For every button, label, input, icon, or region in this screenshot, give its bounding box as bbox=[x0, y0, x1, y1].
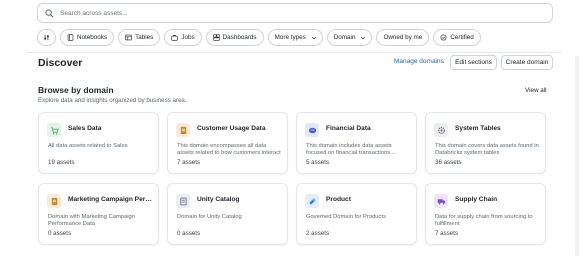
search-bar[interactable] bbox=[37, 3, 553, 23]
domain-name: Customer Usage Data bbox=[197, 125, 266, 132]
certified-icon bbox=[440, 34, 447, 41]
domain-name: Supply Chain bbox=[455, 196, 498, 203]
domain-badge bbox=[176, 123, 190, 137]
filter-label: Jobs bbox=[181, 34, 195, 41]
coin-icon bbox=[308, 127, 316, 133]
domain-card-supply-chain[interactable]: Supply Chain Data for supply chain from … bbox=[425, 183, 546, 245]
table-icon bbox=[125, 34, 132, 41]
search-input[interactable] bbox=[60, 9, 360, 17]
filter-label: Notebooks bbox=[77, 34, 108, 41]
domain-card-unity-catalog[interactable]: Unity Catalog Domain for Unity Catalog 0… bbox=[167, 183, 288, 245]
domain-badge bbox=[434, 194, 448, 208]
filter-label: Domain bbox=[333, 34, 356, 41]
domain-card-financial-data[interactable]: Financial Data This domain includes data… bbox=[296, 112, 417, 174]
domain-badge bbox=[305, 194, 319, 208]
domain-card-sales-data[interactable]: Sales Data All data assets related to Sa… bbox=[38, 112, 159, 174]
filter-label: Certified bbox=[450, 34, 474, 41]
domain-badge bbox=[434, 123, 448, 137]
section-subtitle: Explore data and insights organized by b… bbox=[38, 97, 187, 104]
asset-count: 7 assets bbox=[435, 230, 459, 237]
domain-name: Marketing Campaign Perfor... bbox=[68, 196, 154, 203]
domain-name: Unity Catalog bbox=[197, 196, 240, 203]
domain-card-system-tables[interactable]: System Tables This domain covers data as… bbox=[425, 112, 546, 174]
domain-badge bbox=[305, 123, 319, 137]
filter-notebooks[interactable]: Notebooks bbox=[60, 29, 115, 46]
section-title: Browse by domain bbox=[38, 85, 114, 95]
domain-description: All data assets related to Sales bbox=[48, 143, 128, 149]
document-icon bbox=[51, 197, 57, 205]
filter-label: Dashboards bbox=[222, 34, 257, 41]
domain-badge bbox=[176, 194, 190, 208]
filter-settings-button[interactable] bbox=[37, 29, 56, 46]
domain-name: Product bbox=[326, 196, 351, 203]
domain-badge bbox=[47, 123, 61, 137]
manage-domains-link[interactable]: Manage domains bbox=[394, 58, 444, 65]
filter-label: Owned by me bbox=[383, 34, 423, 41]
create-domain-button[interactable]: Create domain bbox=[501, 55, 553, 70]
domain-description: Domain for Unity Catalog bbox=[177, 214, 242, 220]
domain-description: Domain with Marketing Campaign Performan… bbox=[48, 214, 135, 228]
asset-count: 0 assets bbox=[177, 230, 201, 237]
view-all-link[interactable]: View all bbox=[525, 87, 547, 94]
asset-count: 0 assets bbox=[48, 230, 72, 237]
domain-description: Data for supply chain from sourcing to f… bbox=[435, 214, 533, 228]
dashboard-icon bbox=[213, 34, 220, 41]
filter-label: Tables bbox=[135, 34, 154, 41]
domain-card-product[interactable]: Product Governed Domain for Products 2 a… bbox=[296, 183, 417, 245]
filter-bar: Notebooks Tables Jobs Dashboards More ty… bbox=[37, 29, 481, 46]
filter-owned-by-me[interactable]: Owned by me bbox=[376, 29, 430, 46]
domain-name: Financial Data bbox=[326, 125, 371, 132]
domain-badge bbox=[47, 194, 61, 208]
document-icon bbox=[180, 126, 186, 134]
asset-count: 5 assets bbox=[306, 159, 330, 166]
domain-description: This domain covers data assets found in … bbox=[435, 143, 539, 157]
domain-card-marketing-campaign[interactable]: Marketing Campaign Perfor... Domain with… bbox=[38, 183, 159, 245]
sliders-icon bbox=[44, 34, 49, 41]
page-title: Discover bbox=[38, 57, 83, 69]
edit-sections-button[interactable]: Edit sections bbox=[450, 55, 497, 70]
filter-tables[interactable]: Tables bbox=[118, 29, 161, 46]
truck-icon bbox=[437, 198, 445, 204]
jobs-icon bbox=[171, 34, 178, 41]
tag-icon bbox=[308, 197, 316, 205]
domain-name: System Tables bbox=[455, 125, 501, 132]
domain-name: Sales Data bbox=[68, 125, 102, 132]
cart-icon bbox=[50, 126, 59, 134]
scrollbar[interactable] bbox=[575, 56, 579, 256]
notebook-icon bbox=[67, 34, 74, 41]
chevron-down-icon bbox=[361, 36, 366, 39]
gear-icon bbox=[437, 126, 445, 134]
asset-count: 7 assets bbox=[177, 159, 201, 166]
filter-dashboards[interactable]: Dashboards bbox=[205, 29, 264, 46]
filter-domain[interactable]: Domain bbox=[326, 29, 373, 46]
domain-card-customer-usage-data[interactable]: Customer Usage Data This domain encompas… bbox=[167, 112, 288, 174]
domain-description: This domain includes data assets focused… bbox=[306, 143, 397, 157]
domain-description: This domain encompasses all data assets … bbox=[177, 143, 281, 158]
search-icon bbox=[45, 8, 54, 17]
divider bbox=[27, 52, 561, 53]
asset-count: 19 assets bbox=[48, 159, 75, 166]
filter-label: More types bbox=[274, 34, 306, 41]
asset-count: 2 assets bbox=[306, 230, 330, 237]
asset-count: 36 assets bbox=[435, 159, 462, 166]
filter-certified[interactable]: Certified bbox=[433, 29, 481, 46]
filter-jobs[interactable]: Jobs bbox=[164, 29, 202, 46]
chevron-down-icon bbox=[311, 36, 316, 39]
domain-description: Governed Domain for Products bbox=[306, 214, 386, 220]
filter-more-types[interactable]: More types bbox=[267, 29, 323, 46]
catalog-icon bbox=[179, 197, 187, 205]
